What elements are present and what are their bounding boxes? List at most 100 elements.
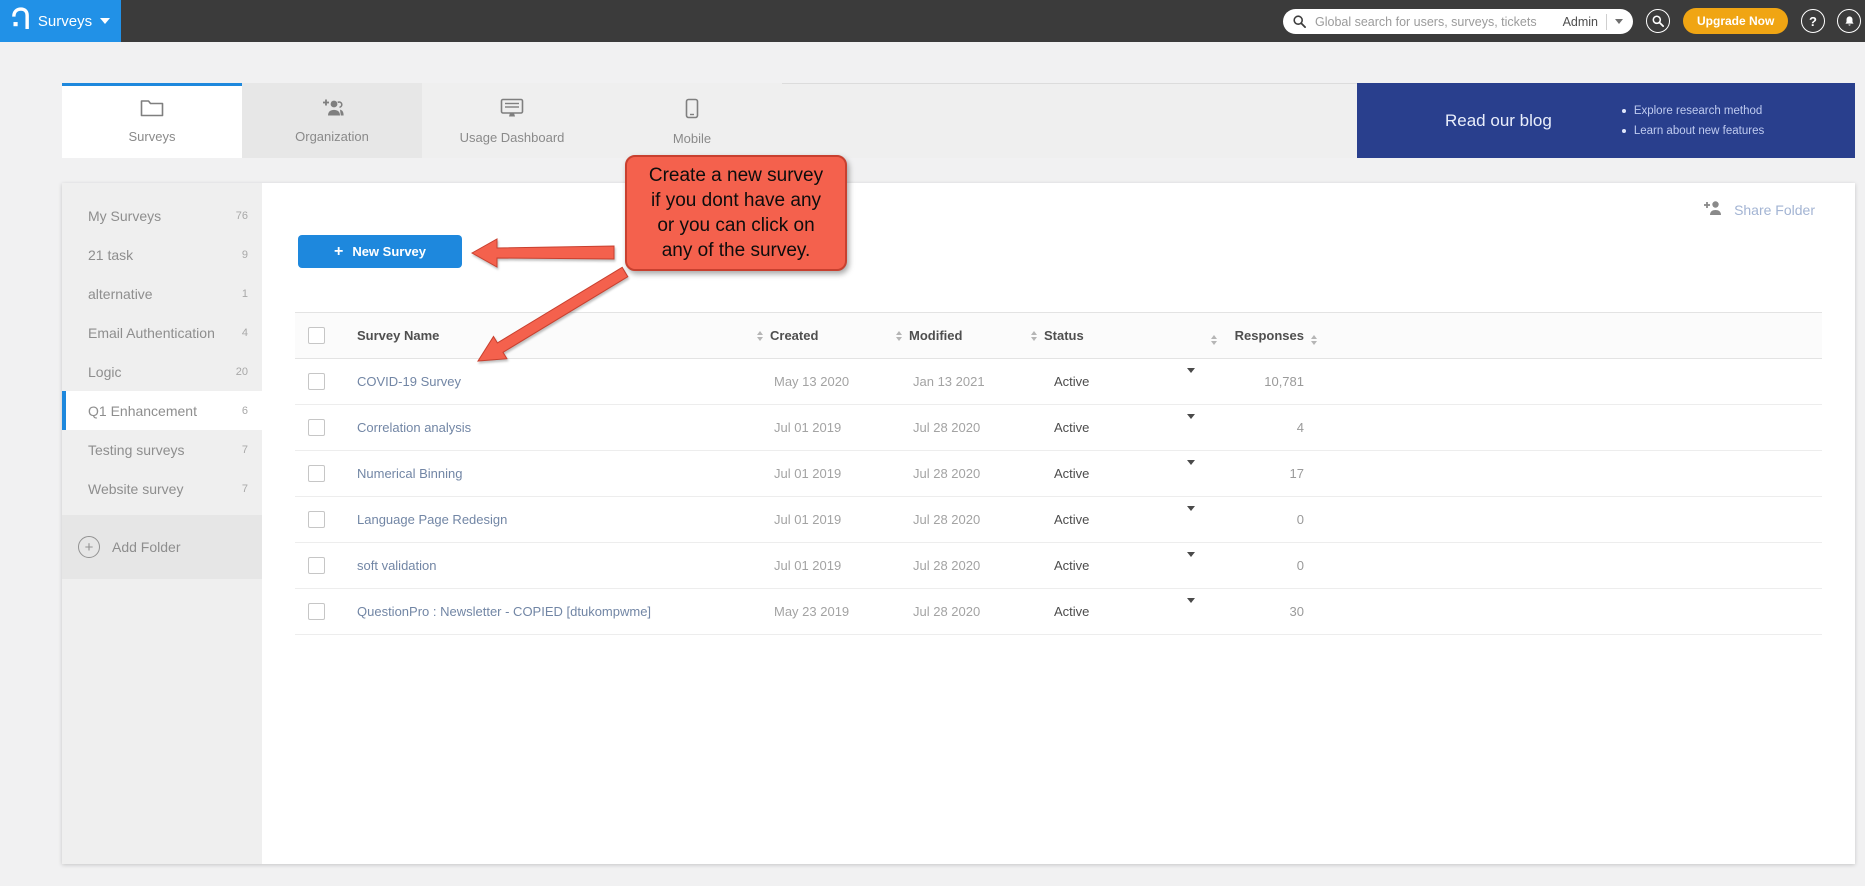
sidebar-item-label: My Surveys <box>88 208 236 224</box>
survey-name-link[interactable]: Numerical Binning <box>357 466 463 481</box>
banner-bullet-item: Learn about new features <box>1622 125 1764 137</box>
status-value: Active <box>1048 420 1181 435</box>
created-cell: Jul 01 2019 <box>774 466 913 481</box>
sidebar-folder-item[interactable]: Testing surveys 7 <box>62 430 262 469</box>
survey-table-row: COVID-19 Survey May 13 2020 Jan 13 2021 … <box>295 359 1822 405</box>
tab-surveys[interactable]: Surveys <box>62 83 242 158</box>
bell-icon <box>1843 15 1856 28</box>
row-checkbox[interactable] <box>308 511 325 528</box>
folder-icon <box>140 98 164 122</box>
sidebar-folder-item[interactable]: alternative 1 <box>62 274 262 313</box>
column-header-label: Status <box>1044 328 1084 343</box>
survey-name-link[interactable]: Correlation analysis <box>357 420 471 435</box>
sidebar-item-count: 7 <box>242 444 248 456</box>
responses-cell: 17 <box>1229 466 1304 481</box>
status-dropdown-caret[interactable] <box>1187 506 1195 528</box>
column-header-responses[interactable]: Responses <box>1229 328 1304 343</box>
product-menu[interactable]: Surveys <box>0 0 121 42</box>
sidebar-item-count: 20 <box>236 366 248 378</box>
sort-icon[interactable] <box>757 331 763 341</box>
status-dropdown-caret[interactable] <box>1187 552 1195 574</box>
bullet-icon <box>1622 129 1626 133</box>
status-value: Active <box>1048 512 1181 527</box>
sidebar-item-label: Email Authentication <box>88 325 242 341</box>
column-header-created[interactable]: Created <box>757 328 896 343</box>
column-header-status[interactable]: Status <box>1031 328 1164 343</box>
sidebar-folder-item[interactable]: Q1 Enhancement 6 <box>62 391 262 430</box>
row-checkbox[interactable] <box>308 465 325 482</box>
sort-icon[interactable] <box>1031 331 1037 341</box>
help-button[interactable]: ? <box>1801 9 1825 33</box>
sidebar-item-count: 1 <box>242 288 248 300</box>
modified-cell: Jul 28 2020 <box>913 558 1048 573</box>
sidebar-item-count: 9 <box>242 249 248 261</box>
row-checkbox[interactable] <box>308 603 325 620</box>
sidebar-item-label: alternative <box>88 286 242 302</box>
sort-icon[interactable] <box>896 331 902 341</box>
sidebar-item-label: Q1 Enhancement <box>88 403 242 419</box>
notifications-button[interactable] <box>1837 9 1861 33</box>
mobile-icon <box>685 98 699 124</box>
select-all-checkbox[interactable] <box>308 327 325 344</box>
status-dropdown-caret[interactable] <box>1187 460 1195 482</box>
product-menu-label: Surveys <box>38 13 92 30</box>
global-search: Admin <box>1283 9 1633 34</box>
search-button[interactable] <box>1646 9 1670 33</box>
status-value: Active <box>1048 466 1181 481</box>
survey-name-link[interactable]: QuestionPro : Newsletter - COPIED [dtuko… <box>357 604 651 619</box>
tab-mobile[interactable]: Mobile <box>602 83 782 158</box>
survey-table-header: Survey Name Created Modified Status Re <box>295 312 1822 359</box>
blog-banner: Read our blog Explore research method Le… <box>1357 83 1855 158</box>
read-our-blog-link[interactable]: Read our blog <box>1445 111 1552 131</box>
page: Surveys Admin Upgrade Now ? <box>0 0 1865 886</box>
status-value: Active <box>1048 558 1181 573</box>
global-search-input[interactable] <box>1313 14 1557 30</box>
tab-label: Surveys <box>129 129 176 144</box>
sidebar-item-label: Testing surveys <box>88 442 242 458</box>
responses-cell: 0 <box>1229 558 1304 573</box>
row-checkbox[interactable] <box>308 557 325 574</box>
survey-name-link[interactable]: COVID-19 Survey <box>357 374 461 389</box>
responses-cell: 4 <box>1229 420 1304 435</box>
sidebar-item-count: 4 <box>242 327 248 339</box>
add-folder-label: Add Folder <box>112 539 180 555</box>
upgrade-now-button[interactable]: Upgrade Now <box>1683 8 1788 34</box>
sidebar-folder-item[interactable]: Email Authentication 4 <box>62 313 262 352</box>
status-dropdown-caret[interactable] <box>1187 414 1195 436</box>
new-survey-button[interactable]: + New Survey <box>298 235 462 268</box>
column-header-survey-name[interactable]: Survey Name <box>357 328 774 343</box>
row-checkbox[interactable] <box>308 373 325 390</box>
sidebar-item-count: 6 <box>242 405 248 417</box>
sidebar-folder-item[interactable]: Website survey 7 <box>62 469 262 508</box>
sidebar-folder-item[interactable]: My Surveys 76 <box>62 196 262 235</box>
row-checkbox[interactable] <box>308 419 325 436</box>
status-value: Active <box>1048 604 1181 619</box>
main-tabs: Surveys Organization <box>62 83 1357 158</box>
sidebar-item-label: Website survey <box>88 481 242 497</box>
share-folder-button[interactable]: Share Folder <box>1702 199 1815 221</box>
search-scope-dropdown[interactable]: Admin <box>1557 9 1633 34</box>
created-cell: May 23 2019 <box>774 604 913 619</box>
sort-icon[interactable] <box>1211 335 1217 345</box>
top-bar: Surveys Admin Upgrade Now ? <box>0 0 1865 42</box>
tab-label: Usage Dashboard <box>460 130 565 145</box>
chevron-down-icon <box>100 18 110 24</box>
dashboard-icon <box>500 98 524 123</box>
column-header-modified[interactable]: Modified <box>896 328 1031 343</box>
questionpro-logo-icon <box>11 6 30 37</box>
survey-table-row: Language Page Redesign Jul 01 2019 Jul 2… <box>295 497 1822 543</box>
survey-name-link[interactable]: soft validation <box>357 558 437 573</box>
annotation-callout: Create a new survey if you dont have any… <box>625 155 847 271</box>
tab-usage-dashboard[interactable]: Usage Dashboard <box>422 83 602 158</box>
add-folder-button[interactable]: + Add Folder <box>62 515 262 579</box>
sidebar-folder-item[interactable]: 21 task 9 <box>62 235 262 274</box>
share-folder-label: Share Folder <box>1734 202 1815 218</box>
survey-table-row: Numerical Binning Jul 01 2019 Jul 28 202… <box>295 451 1822 497</box>
survey-name-link[interactable]: Language Page Redesign <box>357 512 507 527</box>
survey-table-row: Correlation analysis Jul 01 2019 Jul 28 … <box>295 405 1822 451</box>
sidebar-folder-item[interactable]: Logic 20 <box>62 352 262 391</box>
status-dropdown-caret[interactable] <box>1187 368 1195 390</box>
sort-icon[interactable] <box>1311 335 1317 345</box>
tab-organization[interactable]: Organization <box>242 83 422 158</box>
status-dropdown-caret[interactable] <box>1187 598 1195 620</box>
